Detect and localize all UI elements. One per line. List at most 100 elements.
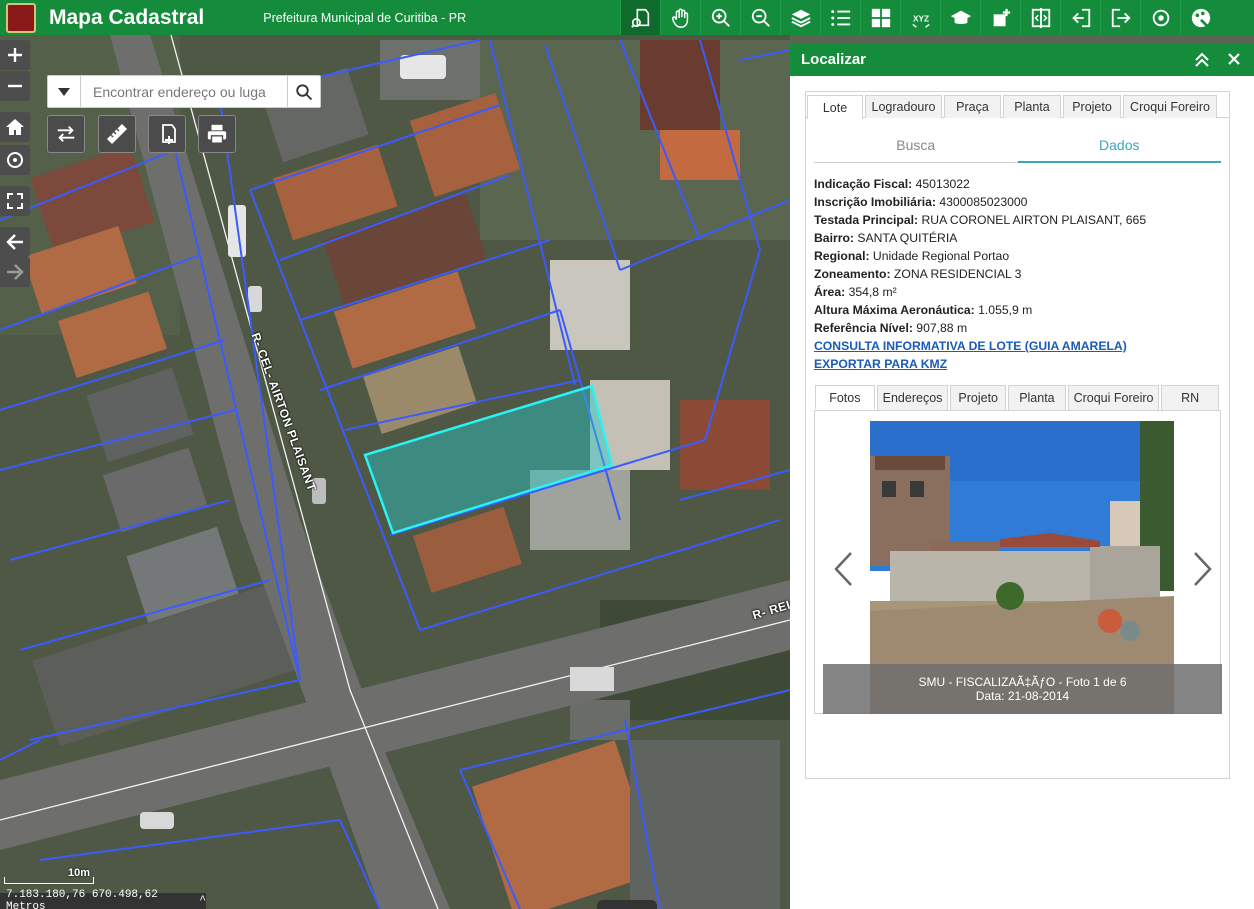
field-value: SANTA QUITÉRIA: [857, 231, 958, 245]
pan-icon: [671, 8, 688, 28]
xyz-icon: XYZ: [911, 14, 930, 28]
arrow-left-icon: [6, 234, 23, 250]
close-icon[interactable]: [1226, 51, 1242, 67]
photo-carousel: SMU - FISCALIZAÃ‡ÃƒO - Foto 1 de 6 Data:…: [814, 411, 1222, 714]
export-icon: [1111, 8, 1131, 27]
target-icon: [7, 152, 23, 168]
compare-button[interactable]: [1020, 0, 1060, 35]
field-label: Inscrição Imobiliária:: [814, 195, 936, 209]
field-inscricao-imobiliaria: Inscrição Imobiliária: 4300085023000: [814, 193, 1229, 211]
subtab-busca[interactable]: Busca: [814, 128, 1018, 163]
export-button[interactable]: [1100, 0, 1140, 35]
field-value: 4300085023000: [939, 195, 1028, 209]
field-value: 354,8 m²: [848, 285, 897, 299]
field-value: 1.055,9 m: [978, 303, 1033, 317]
measure-tool-button[interactable]: [98, 115, 136, 153]
photo-caption: SMU - FISCALIZAÃ‡ÃƒO - Foto 1 de 6 Data:…: [823, 664, 1222, 714]
tab-planta[interactable]: Planta: [1003, 95, 1061, 118]
next-extent-button[interactable]: [0, 257, 30, 287]
print-button[interactable]: [198, 115, 236, 153]
previous-photo-icon[interactable]: [833, 551, 853, 587]
photo-caption-date: Data: 21-08-2014: [975, 689, 1070, 703]
field-value: 907,88 m: [916, 321, 968, 335]
aerial-imagery: [0, 35, 790, 909]
printer-icon: [207, 124, 227, 144]
tab-logradouro[interactable]: Logradouro: [865, 95, 942, 118]
palette-button[interactable]: [1180, 0, 1220, 35]
tab-enderecos[interactable]: Endereços: [876, 385, 949, 410]
field-area: Área: 354,8 m²: [814, 283, 1229, 301]
xyz-button[interactable]: XYZ: [900, 0, 940, 35]
previous-extent-button[interactable]: [0, 227, 30, 257]
import-button[interactable]: [1060, 0, 1100, 35]
tab-croqui-foreiro[interactable]: Croqui Foreiro: [1123, 95, 1217, 118]
lot-subtabs: Busca Dados: [814, 128, 1221, 163]
app-header: Mapa Cadastral Prefeitura Municipal de C…: [0, 0, 1254, 35]
search-icon: [296, 83, 313, 100]
identify-tool-button[interactable]: [620, 0, 660, 35]
locate-button[interactable]: [0, 145, 30, 175]
arrow-right-icon: [7, 264, 24, 280]
coordinates-toggle[interactable]: ^: [199, 895, 206, 907]
field-label: Indicação Fiscal:: [814, 177, 913, 191]
home-button[interactable]: [0, 112, 30, 142]
bottom-drawer-handle[interactable]: [597, 900, 657, 909]
zoom-out-map-button[interactable]: [0, 71, 30, 101]
consulta-informativa-link[interactable]: CONSULTA INFORMATIVA DE LOTE (GUIA AMARE…: [814, 337, 1229, 355]
field-label: Regional:: [814, 249, 870, 263]
caret-down-icon: [58, 87, 70, 96]
panel-title: Localizar: [801, 51, 867, 68]
photo-caption-title: SMU - FISCALIZAÃ‡ÃƒO - Foto 1 de 6: [918, 675, 1127, 689]
coordinates-text: 7.183.180,76 670.498,62 Metros: [6, 889, 158, 909]
layers-button[interactable]: [780, 0, 820, 35]
field-testada-principal: Testada Principal: RUA CORONEL AIRTON PL…: [814, 211, 1229, 229]
field-indicacao-fiscal: Indicação Fiscal: 45013022: [814, 175, 1229, 193]
field-label: Zoneamento:: [814, 267, 891, 281]
zoom-in-button[interactable]: [700, 0, 740, 35]
add-layer-button[interactable]: [980, 0, 1020, 35]
location-icon: [1152, 9, 1169, 26]
collapse-icon[interactable]: [1194, 51, 1210, 67]
tab-lote[interactable]: Lote: [807, 95, 863, 119]
xyz-icon-label: XYZ: [912, 14, 928, 23]
app-subtitle: Prefeitura Municipal de Curitiba - PR: [263, 10, 467, 25]
field-zoneamento: Zoneamento: ZONA RESIDENCIAL 3: [814, 265, 1229, 283]
tab-projeto[interactable]: Projeto: [1063, 95, 1121, 118]
panel-body: Lote Logradouro Praça Planta Projeto Cro…: [805, 91, 1230, 779]
palette-icon: [1191, 8, 1210, 28]
tab-projeto-detail[interactable]: Projeto: [950, 385, 1007, 410]
zoom-in-map-button[interactable]: [0, 40, 30, 70]
search-button[interactable]: [287, 76, 320, 107]
education-icon: [950, 10, 971, 24]
pan-tool-button[interactable]: [660, 0, 700, 35]
fullscreen-button[interactable]: [0, 186, 30, 216]
search-type-tabs: Lote Logradouro Praça Planta Projeto Cro…: [806, 92, 1229, 119]
main-toolbar: XYZ: [620, 0, 1220, 35]
identify-lot-button[interactable]: [148, 115, 186, 153]
grid-button[interactable]: [860, 0, 900, 35]
field-regional: Regional: Unidade Regional Portao: [814, 247, 1229, 265]
next-photo-icon[interactable]: [1193, 551, 1213, 587]
subtab-dados[interactable]: Dados: [1017, 128, 1221, 163]
tab-planta-detail[interactable]: Planta: [1008, 385, 1066, 410]
zoom-out-button[interactable]: [740, 0, 780, 35]
panel-header: Localizar: [790, 43, 1254, 76]
export-kmz-link[interactable]: EXPORTAR PARA KMZ: [814, 355, 1229, 373]
legend-button[interactable]: [820, 0, 860, 35]
search-source-dropdown[interactable]: [48, 76, 81, 107]
education-button[interactable]: [940, 0, 980, 35]
field-label: Bairro:: [814, 231, 854, 245]
field-referencia-nivel: Referência Nível: 907,88 m: [814, 319, 1229, 337]
identify-icon: [630, 8, 649, 28]
tab-fotos[interactable]: Fotos: [815, 385, 875, 409]
field-altura-maxima: Altura Máxima Aeronáutica: 1.055,9 m: [814, 301, 1229, 319]
map-view[interactable]: R- CEL- AIRTON PLAISANT R- REI Encontrar…: [0, 35, 790, 909]
tab-rn[interactable]: RN: [1161, 385, 1219, 410]
tab-praca[interactable]: Praça: [944, 95, 1001, 118]
swap-arrows-icon: [57, 126, 75, 142]
swipe-tool-button[interactable]: [47, 115, 85, 153]
field-bairro: Bairro: SANTA QUITÉRIA: [814, 229, 1229, 247]
location-button[interactable]: [1140, 0, 1180, 35]
tab-croqui-foreiro-detail[interactable]: Croqui Foreiro: [1067, 385, 1160, 410]
search-input[interactable]: [81, 77, 287, 106]
